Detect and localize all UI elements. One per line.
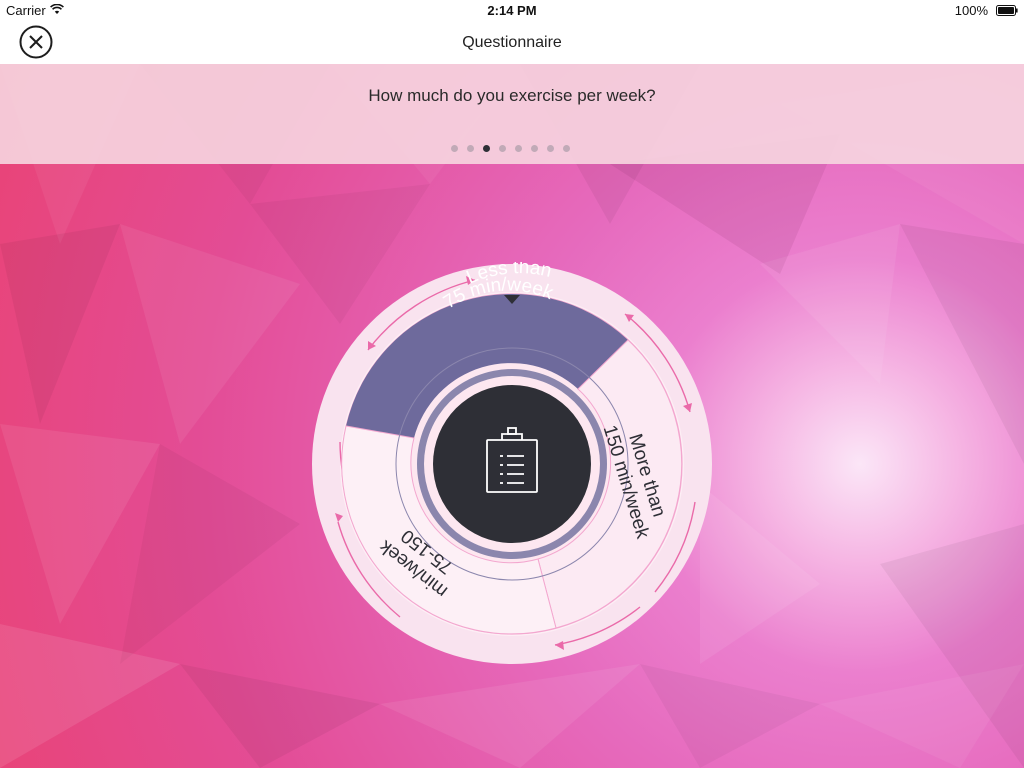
selection-wheel[interactable]: Less than 75 min/week More than 150 min/…: [310, 262, 714, 666]
page-dot[interactable]: [531, 145, 538, 152]
page-indicator[interactable]: [451, 145, 579, 153]
center-button[interactable]: [433, 385, 591, 543]
battery-percentage: 100%: [954, 3, 988, 18]
page-dot[interactable]: [563, 145, 570, 152]
status-time: 2:14 PM: [487, 3, 537, 18]
battery-icon: [996, 5, 1018, 16]
status-bar: Carrier 2:14 PM 100%: [0, 0, 1024, 22]
navigation-bar: Questionnaire: [0, 22, 1024, 64]
page-title: Questionnaire: [462, 34, 562, 51]
question-panel: How much do you exercise per week?: [0, 64, 1024, 164]
page-dot[interactable]: [515, 145, 522, 152]
question-text: How much do you exercise per week?: [368, 86, 656, 105]
page-dot[interactable]: [451, 145, 458, 152]
page-dot-active[interactable]: [483, 145, 490, 152]
page-dot[interactable]: [547, 145, 554, 152]
page-dot[interactable]: [499, 145, 506, 152]
page-dot[interactable]: [467, 145, 474, 152]
